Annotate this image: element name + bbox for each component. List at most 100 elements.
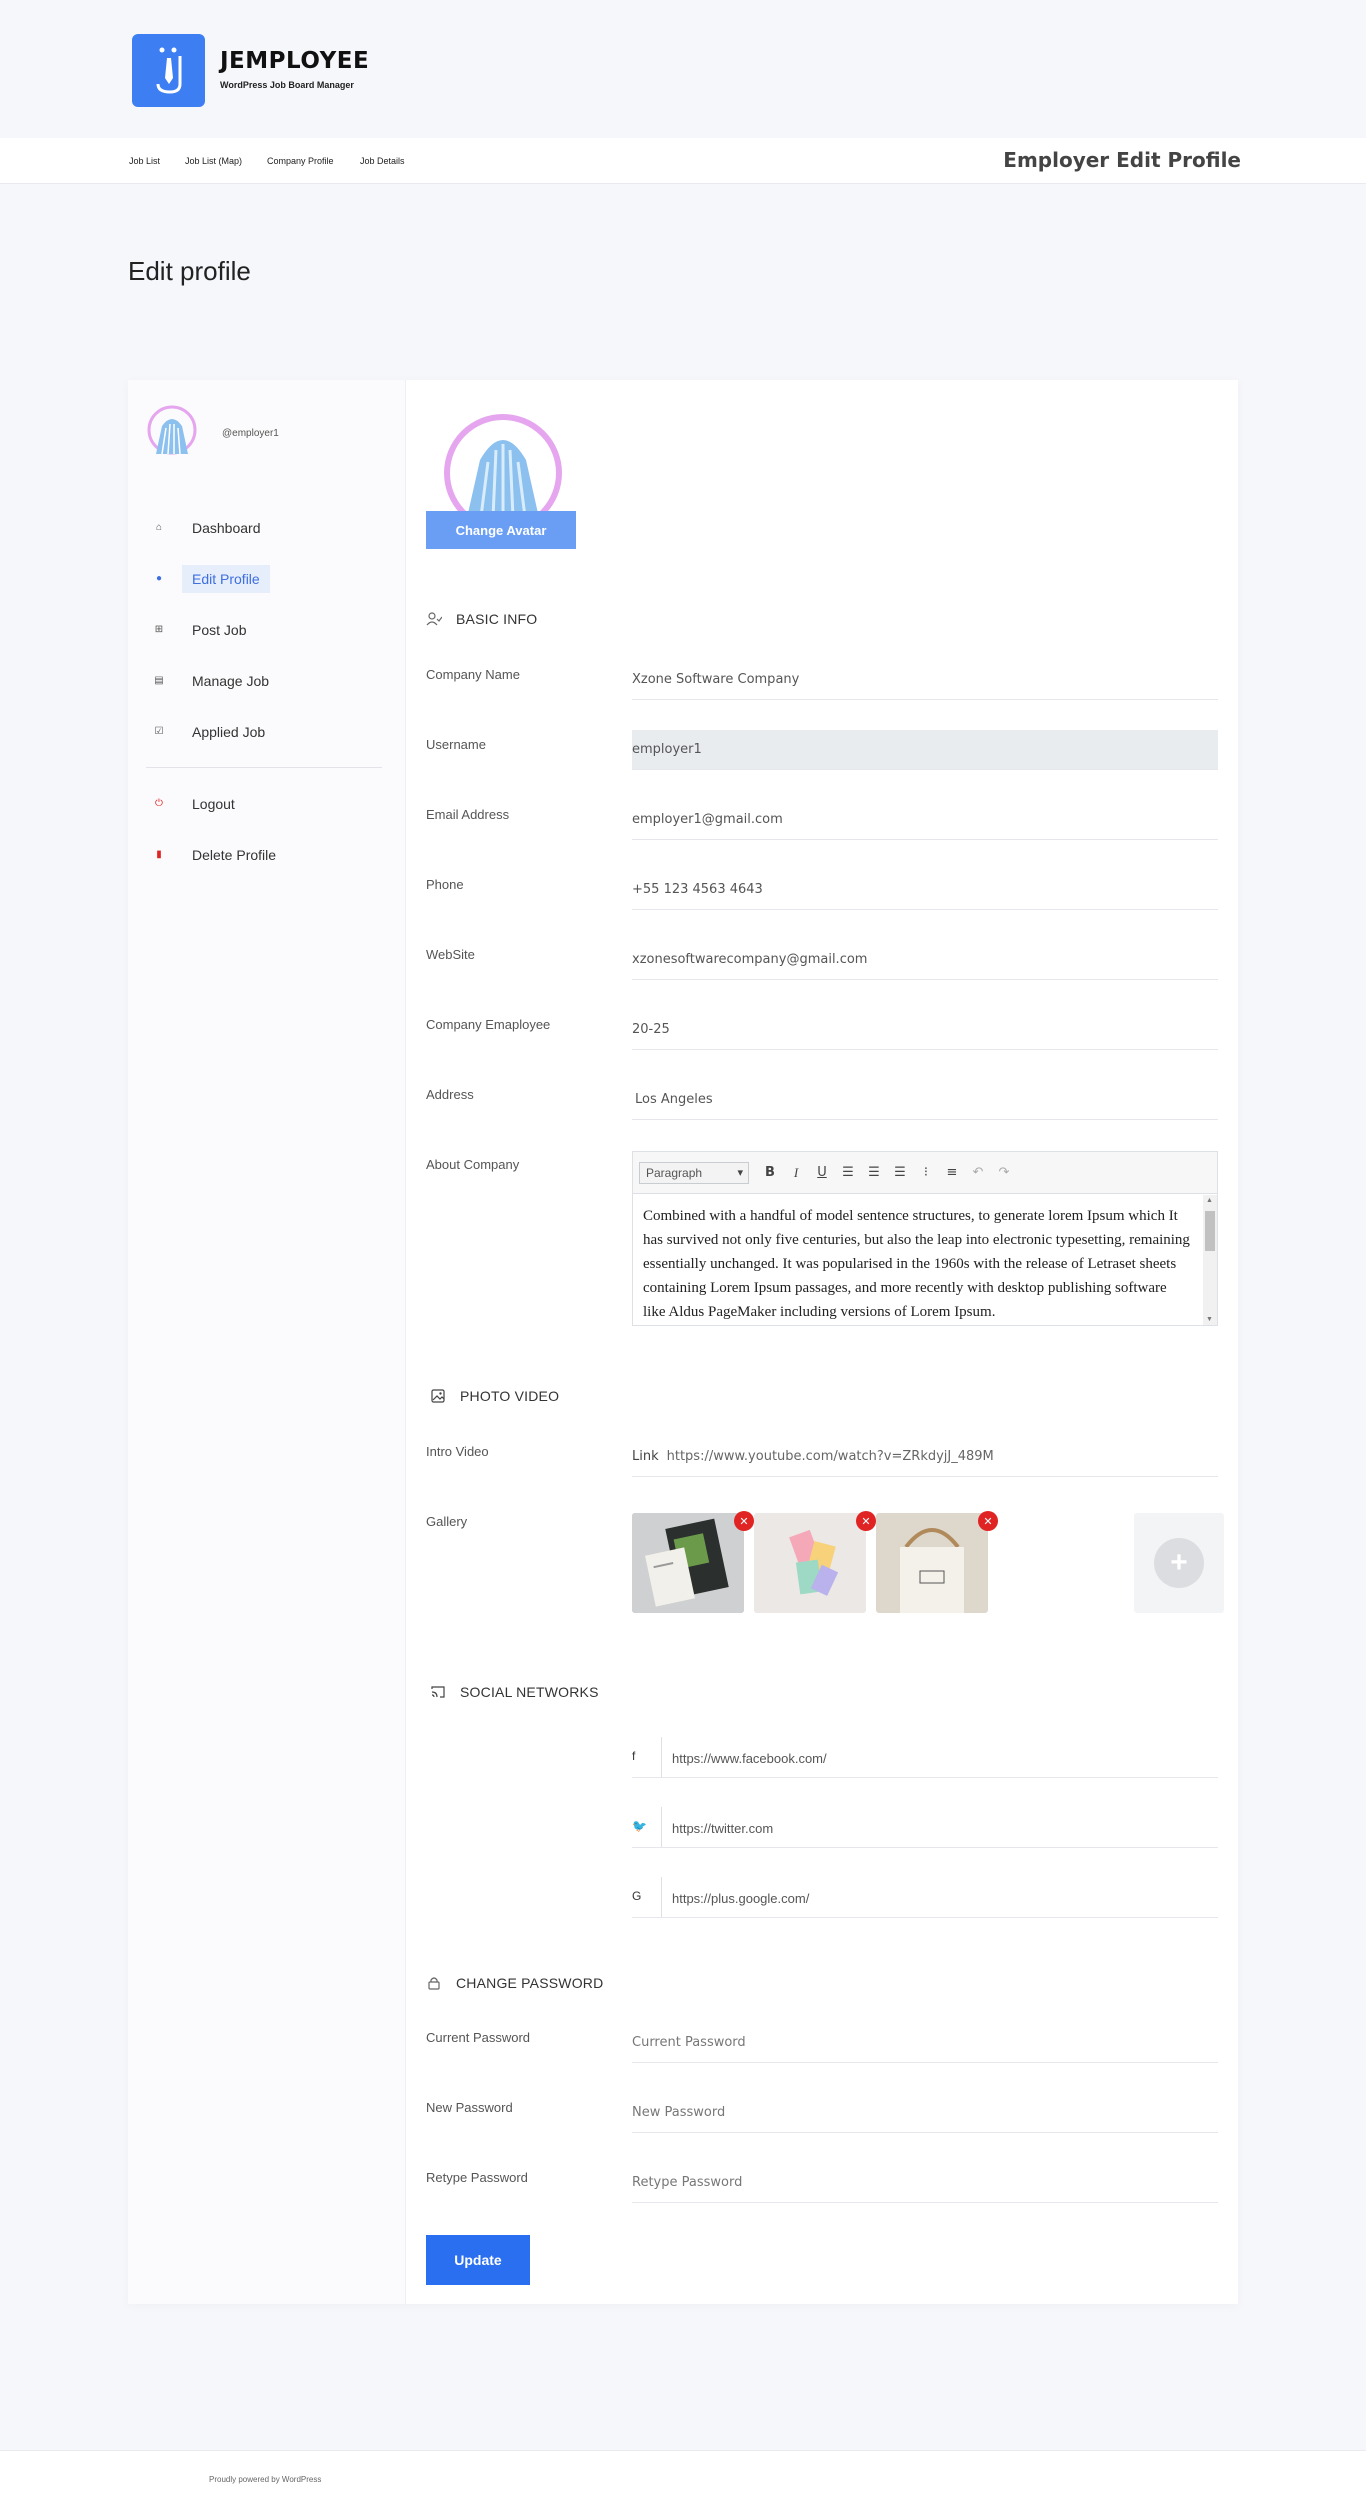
twitter-icon: 🐦 xyxy=(632,1807,662,1847)
editor-scrollbar[interactable]: ▲ ▼ xyxy=(1203,1195,1217,1325)
new-password-label: New Password xyxy=(426,2100,513,2115)
company-employee-field[interactable]: 20-25 xyxy=(632,1010,1218,1050)
about-company-text[interactable]: Combined with a handful of model sentenc… xyxy=(643,1204,1191,1319)
footer-credit[interactable]: Proudly powered by WordPress xyxy=(209,2475,321,2484)
basic-info-heading: BASIC INFO xyxy=(426,611,537,627)
align-right-icon[interactable]: ☰ xyxy=(887,1162,913,1184)
avatar xyxy=(146,404,198,456)
image-icon xyxy=(430,1388,446,1404)
remove-image-icon[interactable]: ✕ xyxy=(734,1511,754,1531)
sidebar-item-dashboard[interactable]: ⌂ Dashboard xyxy=(156,513,372,543)
undo-icon[interactable]: ↶ xyxy=(965,1162,991,1184)
redo-icon[interactable]: ↷ xyxy=(991,1162,1017,1184)
divider xyxy=(632,1917,1218,1918)
nav-job-list-map[interactable]: Job List (Map) xyxy=(185,156,242,166)
scroll-up-icon[interactable]: ▲ xyxy=(1206,1197,1213,1204)
footer: Proudly powered by WordPress xyxy=(0,2451,1366,2511)
about-company-label: About Company xyxy=(426,1157,520,1172)
retype-password-field[interactable]: Retype Password xyxy=(632,2163,1218,2203)
nav-job-list[interactable]: Job List xyxy=(129,156,160,166)
section-title: BASIC INFO xyxy=(456,611,538,627)
nav-job-details[interactable]: Job Details xyxy=(360,156,405,166)
new-password-field[interactable]: New Password xyxy=(632,2093,1218,2133)
profile-card: @employer1 ⌂ Dashboard ● Edit Profile ⊞ … xyxy=(128,380,1238,2304)
facebook-field[interactable]: https://www.facebook.com/ xyxy=(672,1737,1218,1777)
update-button[interactable]: Update xyxy=(426,2235,530,2285)
nav-bar: Job List Job List (Map) Company Profile … xyxy=(0,138,1366,184)
align-left-icon[interactable]: ☰ xyxy=(835,1162,861,1184)
section-title: PHOTO VIDEO xyxy=(460,1388,560,1404)
brand-subtitle: WordPress Job Board Manager xyxy=(220,80,354,90)
email-label: Email Address xyxy=(426,807,510,822)
email-field[interactable]: employer1@gmail.com xyxy=(632,800,1218,840)
username-label: Username xyxy=(426,737,486,752)
sidebar-divider xyxy=(146,767,382,768)
twitter-field[interactable]: https://twitter.com xyxy=(672,1807,1218,1847)
gallery-image[interactable] xyxy=(754,1513,866,1613)
intro-video-label: Intro Video xyxy=(426,1444,489,1459)
phone-field[interactable]: +55 123 4563 4643 xyxy=(632,870,1218,910)
facebook-icon: f xyxy=(632,1737,662,1777)
sidebar-item-label: Logout xyxy=(192,796,235,812)
sidebar-item-applied-job[interactable]: ☑ Applied Job xyxy=(155,717,372,747)
scroll-down-icon[interactable]: ▼ xyxy=(1206,1316,1213,1323)
sidebar-item-post-job[interactable]: ⊞ Post Job xyxy=(155,615,372,645)
sidebar-item-label: Manage Job xyxy=(192,673,270,689)
address-label: Address xyxy=(426,1087,474,1102)
page-banner-title: Employer Edit Profile xyxy=(1003,148,1241,172)
sidebar: @employer1 ⌂ Dashboard ● Edit Profile ⊞ … xyxy=(128,380,406,2304)
sidebar-item-label: Post Job xyxy=(192,622,247,638)
sidebar-item-delete-profile[interactable]: ▮ Delete Profile xyxy=(156,840,372,870)
add-image-button[interactable]: + xyxy=(1134,1513,1224,1613)
section-title: CHANGE PASSWORD xyxy=(456,1975,604,1991)
section-title: SOCIAL NETWORKS xyxy=(460,1684,599,1700)
format-select[interactable]: Paragraph xyxy=(639,1161,749,1184)
gallery-image[interactable] xyxy=(632,1513,744,1613)
intro-video-field[interactable]: Link https://www.youtube.com/watch?v=ZRkd… xyxy=(632,1437,1218,1477)
brand-title: JEMPLOYEE xyxy=(220,48,370,74)
logo-icon[interactable] xyxy=(132,34,205,107)
sidebar-item-logout[interactable]: ⏻ Logout xyxy=(155,789,372,819)
user-icon: ● xyxy=(155,573,163,584)
italic-icon[interactable]: I xyxy=(783,1162,809,1184)
power-icon: ⏻ xyxy=(155,798,163,809)
company-name-field[interactable]: Xzone Software Company xyxy=(632,660,1218,700)
briefcase-icon: ▤ xyxy=(154,675,164,686)
numbered-list-icon[interactable]: ≡ xyxy=(939,1162,965,1184)
link-prefix: Link xyxy=(632,1449,659,1464)
sidebar-item-label: Dashboard xyxy=(192,520,261,536)
change-password-heading: CHANGE PASSWORD xyxy=(426,1975,603,1991)
sidebar-item-label: Delete Profile xyxy=(192,847,277,863)
underline-icon[interactable]: U xyxy=(809,1162,835,1184)
plus-square-icon: ⊞ xyxy=(154,624,164,635)
editor-toolbar: Paragraph B I U ☰ ☰ ☰ ⁝ ≡ ↶ ↷ xyxy=(633,1152,1217,1194)
about-company-editor[interactable]: Paragraph B I U ☰ ☰ ☰ ⁝ ≡ ↶ ↷ Combined w… xyxy=(632,1151,1218,1326)
home-icon: ⌂ xyxy=(155,522,163,533)
remove-image-icon[interactable]: ✕ xyxy=(978,1511,998,1531)
lock-icon xyxy=(426,1975,442,1991)
sidebar-item-label: Applied Job xyxy=(192,724,266,740)
google-plus-field[interactable]: https://plus.google.com/ xyxy=(672,1877,1218,1917)
bold-icon[interactable]: B xyxy=(757,1162,783,1184)
bullet-list-icon[interactable]: ⁝ xyxy=(913,1162,939,1184)
site-header: JEMPLOYEE WordPress Job Board Manager xyxy=(0,0,1366,138)
trash-icon: ▮ xyxy=(156,849,162,860)
address-field[interactable]: Los Angeles xyxy=(632,1080,1218,1120)
page-title: Edit profile xyxy=(128,256,251,286)
nav-company-profile[interactable]: Company Profile xyxy=(267,156,334,166)
scrollbar-thumb[interactable] xyxy=(1205,1211,1215,1251)
website-field[interactable]: xzonesoftwarecompany@gmail.com xyxy=(632,940,1218,980)
current-password-field[interactable]: Current Password xyxy=(632,2023,1218,2063)
main-content: Change Avatar BASIC INFO Company Name Xz… xyxy=(406,380,1238,2304)
sidebar-item-manage-job[interactable]: ▤ Manage Job xyxy=(154,666,372,696)
divider xyxy=(632,1777,1218,1778)
sidebar-item-edit-profile[interactable]: ● Edit Profile xyxy=(156,564,372,594)
remove-image-icon[interactable]: ✕ xyxy=(856,1511,876,1531)
check-square-icon: ☑ xyxy=(154,726,164,737)
divider xyxy=(632,1847,1218,1848)
company-name-label: Company Name xyxy=(426,667,520,682)
intro-video-value: https://www.youtube.com/watch?v=ZRkdyjJ_… xyxy=(666,1449,994,1464)
gallery-image[interactable] xyxy=(876,1513,988,1613)
change-avatar-button[interactable]: Change Avatar xyxy=(426,511,576,549)
align-center-icon[interactable]: ☰ xyxy=(861,1162,887,1184)
